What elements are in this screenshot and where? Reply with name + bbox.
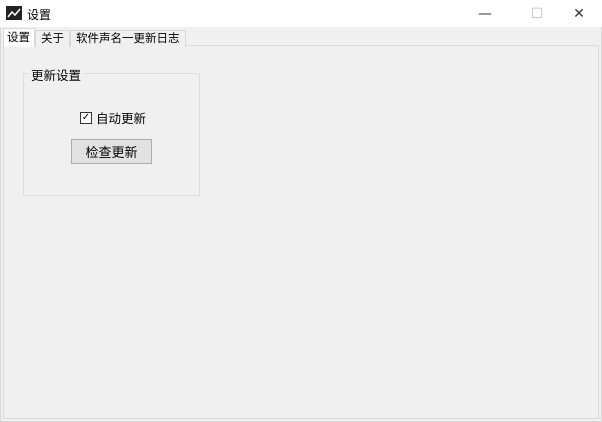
update-settings-group: 更新设置 ✓ 自动更新 检查更新 (23, 65, 200, 196)
auto-update-checkbox[interactable]: ✓ 自动更新 (80, 108, 146, 127)
auto-update-label: 自动更新 (96, 111, 147, 126)
tab-panel-settings: 更新设置 ✓ 自动更新 检查更新 (3, 45, 599, 419)
window-title: 设置 (27, 8, 52, 22)
window-body: 更新设置 ✓ 自动更新 检查更新 设置 关于 软件声名一更新日志 (0, 27, 602, 422)
checkbox-check-icon[interactable]: ✓ (80, 111, 92, 124)
picture-icon (6, 6, 22, 20)
title-bar: 设置 — ☐ ✕ (0, 0, 602, 27)
minimize-button[interactable]: — (462, 0, 508, 27)
maximize-button[interactable]: ☐ (514, 0, 560, 27)
check-update-button[interactable]: 检查更新 (71, 139, 152, 164)
tab-bar: 设置 关于 软件声名一更新日志 (3, 28, 186, 47)
tab-changelog[interactable]: 软件声名一更新日志 (70, 30, 186, 47)
tab-settings[interactable]: 设置 (3, 28, 35, 47)
close-button[interactable]: ✕ (556, 0, 602, 27)
group-title: 更新设置 (29, 65, 84, 84)
tab-about[interactable]: 关于 (35, 30, 70, 47)
